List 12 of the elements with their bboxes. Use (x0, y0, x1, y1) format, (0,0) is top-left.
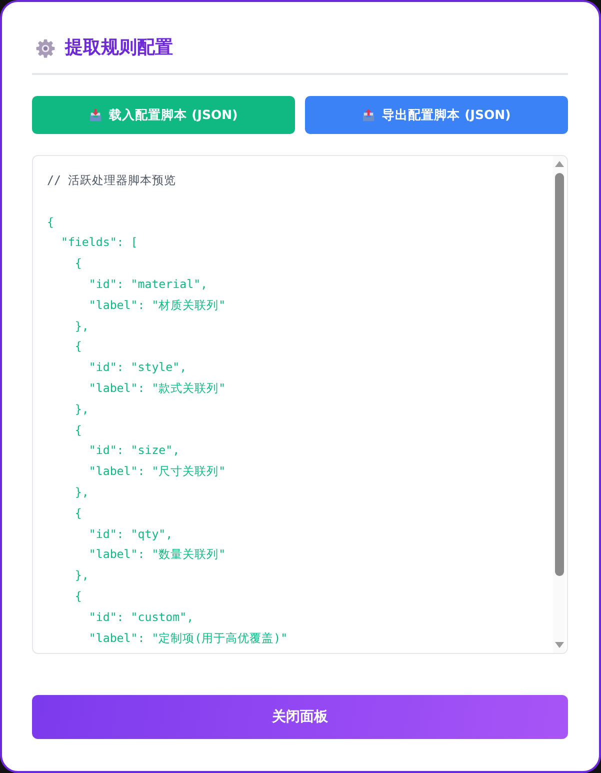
code-comment: // 活跃处理器脚本预览 (47, 172, 176, 189)
tray-arrow-down-icon (89, 108, 102, 122)
tray-arrow-up-icon (362, 108, 376, 122)
panel-title: 提取规则配置 (65, 36, 173, 60)
export-button[interactable]: 导出配置脚本 (JSON) (305, 96, 568, 134)
close-panel-button[interactable]: 关闭面板 (32, 695, 568, 739)
scrollbar-thumb[interactable] (554, 173, 564, 576)
scroll-down-icon[interactable] (554, 642, 564, 648)
gear-icon (35, 38, 56, 58)
import-button[interactable]: 载入配置脚本 (JSON) (32, 96, 295, 134)
scroll-up-icon[interactable] (554, 161, 564, 167)
json-code-text: { "fields": [ { "id": "material", "label": "材质关联列" }, { "id": "style", "label": "款式关联列" }, { "id": "size", "label": "尺寸关联列" }, { "id": "qty", "label": "数量关联列" }, { "id": "custom", "label": "定制项(用于高优覆盖)" (47, 214, 288, 647)
